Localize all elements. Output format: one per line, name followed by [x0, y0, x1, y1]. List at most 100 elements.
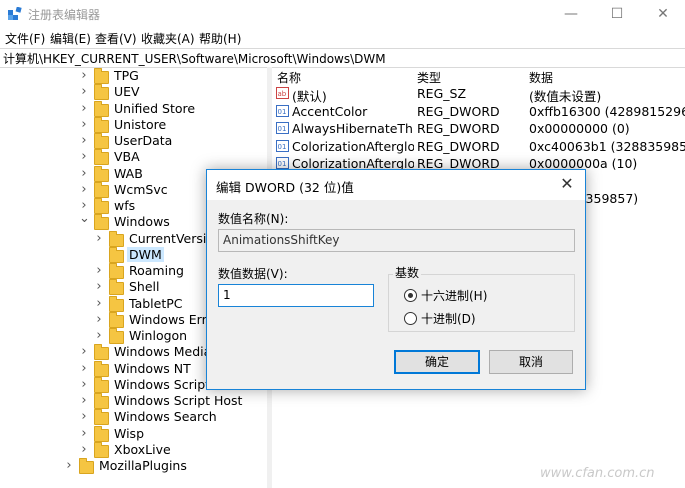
tree-item-label: VBA — [114, 149, 140, 165]
value-row[interactable]: 01 ColorizationAfterglow REG_DWORD 0xc40063… — [272, 138, 685, 155]
hex-radio[interactable] — [404, 289, 417, 302]
tree-item-label: Windows NT — [114, 360, 191, 376]
value-type-cell: REG_DWORD — [417, 103, 500, 119]
folder-icon — [109, 279, 124, 296]
menu-file[interactable]: 文件(F) — [5, 30, 45, 47]
dec-radio[interactable] — [404, 312, 417, 325]
collapsed-chevron-icon[interactable]: › — [79, 84, 89, 99]
value-type-cell: REG_DWORD — [417, 138, 500, 154]
collapsed-chevron-icon[interactable]: › — [79, 344, 89, 359]
dec-radio-label[interactable]: 十进制(D) — [421, 310, 476, 327]
ok-button[interactable]: 确定 — [394, 350, 480, 374]
hex-radio-label[interactable]: 十六进制(H) — [421, 287, 487, 304]
folder-icon — [94, 84, 109, 101]
tree-item[interactable]: › Unistore — [0, 116, 260, 133]
regedit-app-icon — [8, 7, 22, 20]
svg-text:ab: ab — [278, 90, 287, 98]
collapsed-chevron-icon[interactable]: › — [79, 442, 89, 457]
tree-item[interactable]: › Wisp — [0, 425, 260, 442]
collapsed-chevron-icon[interactable]: › — [94, 263, 104, 278]
minimize-button[interactable]: — — [548, 0, 594, 28]
value-name-cell: ColorizationAfterglow — [292, 138, 414, 154]
tree-item[interactable]: › VBA — [0, 149, 260, 166]
maximize-button[interactable]: ☐ — [594, 0, 640, 28]
cancel-button[interactable]: 取消 — [489, 350, 573, 374]
collapsed-chevron-icon[interactable]: › — [94, 231, 104, 246]
folder-icon — [94, 425, 109, 442]
collapsed-chevron-icon[interactable]: › — [79, 361, 89, 376]
value-type-cell: REG_SZ — [417, 86, 467, 101]
value-type-cell: REG_DWORD — [417, 121, 500, 136]
collapsed-chevron-icon[interactable]: › — [79, 182, 89, 197]
collapsed-chevron-icon[interactable]: › — [94, 279, 104, 294]
folder-icon — [109, 328, 124, 344]
tree-item[interactable]: › XboxLive — [0, 441, 260, 458]
collapsed-chevron-icon[interactable]: › — [79, 426, 89, 441]
svg-text:01: 01 — [278, 125, 287, 133]
svg-text:01: 01 — [278, 108, 287, 116]
value-row[interactable]: 01 AlwaysHibernateThu...REG_DWORD 0x000000… — [272, 120, 685, 137]
folder-icon — [94, 181, 109, 198]
collapsed-chevron-icon[interactable]: › — [79, 393, 89, 408]
menu-favorites[interactable]: 收藏夹(A) — [141, 30, 195, 47]
dialog-close-icon[interactable]: ✕ — [557, 174, 577, 193]
folder-icon — [109, 246, 124, 263]
value-name-cell: AccentColor — [292, 103, 368, 119]
value-data-cell: 0xc40063b1 (3288359857) — [529, 138, 685, 154]
column-header-data[interactable]: 数据 — [529, 69, 553, 86]
folder-icon — [109, 311, 124, 328]
folder-icon — [94, 116, 109, 133]
tree-item[interactable]: › MozillaPlugins — [0, 458, 260, 474]
collapsed-chevron-icon[interactable]: › — [79, 68, 89, 83]
collapsed-chevron-icon[interactable]: › — [94, 328, 104, 343]
collapsed-chevron-icon[interactable]: › — [79, 409, 89, 424]
tree-item-label: TabletPC — [129, 295, 183, 311]
tree-item-label: Unistore — [114, 116, 167, 132]
value-data-cell: 0xffb16300 (4289815296) — [529, 103, 685, 119]
collapsed-chevron-icon[interactable]: › — [94, 312, 104, 327]
folder-icon — [94, 344, 109, 361]
tree-item[interactable]: › TPG — [0, 68, 260, 84]
collapsed-chevron-icon[interactable]: › — [79, 149, 89, 164]
expanded-chevron-icon[interactable]: ⌄ — [79, 211, 90, 226]
binary-value-icon: 01 — [276, 139, 289, 152]
folder-icon — [94, 133, 109, 149]
column-header-type[interactable]: 类型 — [417, 69, 441, 86]
tree-item[interactable]: › Unified Store — [0, 100, 260, 117]
title-bar: 注册表编辑器 — ☐ ✕ — [0, 0, 685, 28]
collapsed-chevron-icon[interactable]: › — [64, 458, 74, 473]
value-name-field: AnimationsShiftKey — [218, 229, 575, 252]
folder-icon — [94, 360, 109, 377]
tree-item-label: Windows — [114, 214, 170, 230]
tree-item[interactable]: › UserData — [0, 133, 260, 149]
menu-edit[interactable]: 编辑(E) — [50, 30, 91, 47]
collapsed-chevron-icon[interactable]: › — [79, 117, 89, 132]
address-bar[interactable]: 计算机\HKEY_CURRENT_USER\Software\Microsoft… — [0, 48, 685, 68]
collapsed-chevron-icon[interactable]: › — [79, 101, 89, 116]
value-data-input[interactable]: 1 — [218, 284, 374, 307]
tree-item-label: Shell — [129, 279, 160, 295]
dialog-title-bar: 编辑 DWORD (32 位)值 ✕ — [207, 170, 585, 200]
tree-item-label: Winlogon — [129, 328, 188, 343]
tree-item-label: UEV — [114, 84, 140, 100]
collapsed-chevron-icon[interactable]: › — [79, 377, 89, 392]
collapsed-chevron-icon[interactable]: › — [94, 296, 104, 311]
menu-help[interactable]: 帮助(H) — [199, 30, 241, 47]
value-row[interactable]: 01 AccentColor REG_DWORD 0xffb16300 (428981… — [272, 103, 685, 120]
value-data-cell: 0x00000000 (0) — [529, 121, 630, 136]
close-window-button[interactable]: ✕ — [640, 0, 685, 28]
collapsed-chevron-icon[interactable]: › — [79, 166, 89, 181]
column-header-name[interactable]: 名称 — [277, 69, 301, 86]
collapsed-chevron-icon[interactable]: › — [79, 133, 89, 148]
tree-item[interactable]: › Windows Script Host — [0, 393, 260, 409]
folder-icon — [94, 165, 109, 182]
base-group-title: 基数 — [393, 264, 422, 281]
binary-value-icon: 01 — [276, 157, 289, 169]
value-row[interactable]: ab (默认) REG_SZ (数值未设置) — [272, 85, 685, 104]
menu-view[interactable]: 查看(V) — [95, 30, 137, 47]
menu-bar: 文件(F) 编辑(E) 查看(V) 收藏夹(A) 帮助(H) — [0, 28, 685, 48]
tree-item[interactable]: › Windows Search — [0, 409, 260, 426]
tree-item-label: Wisp — [114, 425, 145, 441]
tree-item[interactable]: › UEV — [0, 84, 260, 101]
tree-item-label: WAB — [114, 165, 143, 181]
